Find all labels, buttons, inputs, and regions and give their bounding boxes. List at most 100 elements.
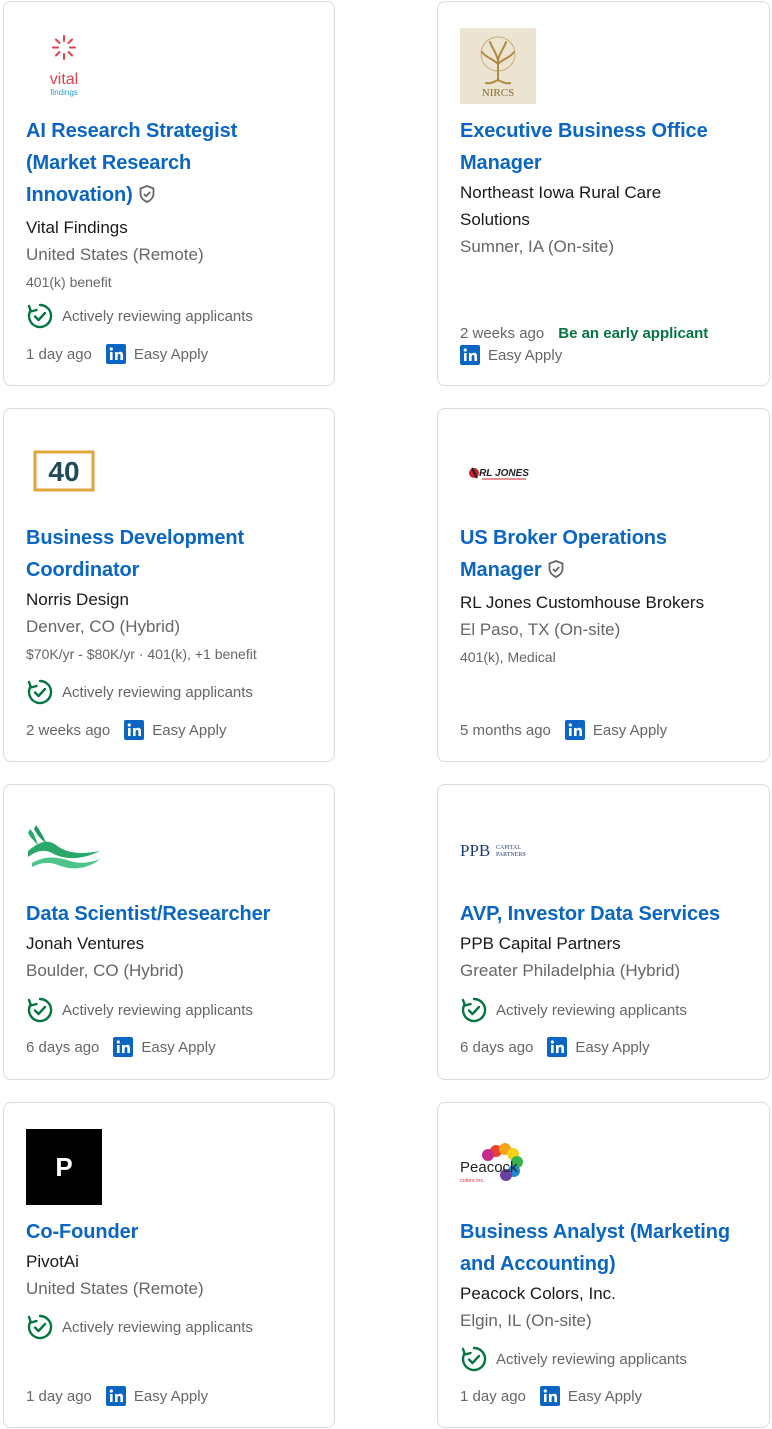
job-title-link[interactable]: US Broker Operations Manager (460, 522, 753, 589)
easy-apply-badge: Easy Apply (547, 1037, 650, 1057)
svg-text:CAPITAL: CAPITAL (496, 845, 521, 851)
forty-logo: 40 (26, 435, 102, 511)
job-card[interactable]: RL JONES US Broker Operations Manager RL… (437, 408, 770, 762)
job-benefits: 401(k) benefit (26, 274, 112, 290)
peacock-colors-logo: Peacock colors inc. (460, 1129, 536, 1205)
job-card[interactable]: Data Scientist/Researcher Jonah Ventures… (3, 784, 335, 1080)
job-card[interactable]: vital findings AI Research Strategist (M… (3, 1, 335, 386)
jonah-ventures-logo (26, 811, 102, 887)
company-name: Northeast Iowa Rural Care Solutions (460, 183, 662, 229)
job-insight: Actively reviewing applicants (460, 1345, 687, 1373)
linkedin-icon (105, 344, 126, 364)
linkedin-icon (539, 1386, 560, 1406)
job-title-link[interactable]: Data Scientist/Researcher (26, 898, 318, 930)
job-footer: 1 day ago Easy Apply (26, 344, 208, 364)
easy-apply-badge: Easy Apply (460, 344, 708, 366)
job-card[interactable]: P Co-Founder PivotAi United States (Remo… (3, 1102, 335, 1428)
posted-time: 6 days ago (460, 1038, 534, 1056)
svg-text:PPB: PPB (460, 841, 490, 860)
job-card[interactable]: Peacock colors inc. Business Analyst (Ma… (437, 1102, 770, 1428)
linkedin-icon (105, 1386, 126, 1406)
actively-reviewing-icon (26, 996, 54, 1024)
job-benefits: 401(k), Medical (460, 649, 556, 665)
company-name: PPB Capital Partners (460, 934, 621, 953)
job-footer: 2 weeks ago Easy Apply (26, 720, 226, 740)
company-name: Jonah Ventures (26, 934, 145, 953)
job-title-link[interactable]: Business Development Coordinator (26, 522, 318, 586)
svg-text:40: 40 (48, 456, 79, 487)
nircs-logo: NIRCS (460, 28, 536, 104)
company-name: Peacock Colors, Inc. (460, 1284, 616, 1303)
rl-jones-logo: RL JONES (460, 435, 536, 511)
linkedin-icon (564, 720, 585, 740)
company-name: Norris Design (26, 590, 129, 609)
easy-apply-badge: Easy Apply (124, 720, 226, 740)
job-location: United States (Remote) (26, 1279, 204, 1298)
svg-text:RL JONES: RL JONES (479, 468, 529, 479)
job-location: Boulder, CO (Hybrid) (26, 961, 184, 980)
easy-apply-badge: Easy Apply (105, 1386, 208, 1406)
svg-text:NIRCS: NIRCS (482, 87, 514, 99)
job-footer: 5 months ago Easy Apply (460, 720, 667, 740)
job-insight: Actively reviewing applicants (460, 996, 687, 1024)
job-location: El Paso, TX (On-site) (460, 620, 621, 639)
posted-time: 6 days ago (26, 1038, 100, 1056)
job-location: Elgin, IL (On-site) (460, 1311, 592, 1330)
linkedin-icon (547, 1037, 568, 1057)
job-insight: Actively reviewing applicants (26, 302, 253, 330)
job-title-link[interactable]: AI Research Strategist (Market Research … (26, 115, 318, 214)
job-card[interactable]: 40 Business Development Coordinator Norr… (3, 408, 335, 762)
svg-text:PARTNERS: PARTNERS (496, 852, 526, 858)
easy-apply-badge: Easy Apply (105, 344, 208, 364)
easy-apply-badge: Easy Apply (564, 720, 667, 740)
linkedin-icon (124, 720, 145, 740)
linkedin-icon (113, 1037, 134, 1057)
job-insight: Actively reviewing applicants (26, 678, 253, 706)
vital-findings-logo: vital findings (26, 28, 102, 104)
actively-reviewing-icon (26, 678, 54, 706)
job-card[interactable]: PPB CAPITAL PARTNERS AVP, Investor Data … (437, 784, 770, 1080)
job-footer: 1 day ago Easy Apply (26, 1386, 208, 1406)
posted-time: 5 months ago (460, 721, 551, 739)
job-footer: 2 weeks ago Be an early applicant Easy A… (460, 322, 708, 366)
company-name: PivotAi (26, 1252, 79, 1271)
svg-text:vital: vital (50, 71, 78, 88)
job-benefits: $70K/yr - $80K/yr · 401(k), +1 benefit (26, 646, 257, 662)
verified-shield-icon (546, 557, 566, 589)
job-card[interactable]: NIRCS Executive Business Office Manager … (437, 1, 770, 386)
company-name: Vital Findings (26, 218, 128, 237)
actively-reviewing-icon (26, 302, 54, 330)
job-insight: Actively reviewing applicants (26, 1313, 253, 1341)
job-title-link[interactable]: Business Analyst (Marketing and Accounti… (460, 1216, 753, 1280)
svg-text:P: P (55, 1152, 72, 1182)
easy-apply-badge: Easy Apply (539, 1386, 642, 1406)
ppb-capital-logo: PPB CAPITAL PARTNERS (460, 811, 536, 887)
verified-shield-icon (137, 182, 157, 214)
svg-text:findings: findings (50, 88, 78, 97)
posted-time: 1 day ago (460, 1387, 526, 1405)
job-location: Sumner, IA (On-site) (460, 237, 614, 256)
job-title-link[interactable]: AVP, Investor Data Services (460, 898, 753, 930)
actively-reviewing-icon (460, 996, 488, 1024)
job-title-link[interactable]: Co-Founder (26, 1216, 318, 1248)
job-location: Greater Philadelphia (Hybrid) (460, 961, 681, 980)
actively-reviewing-icon (26, 1313, 54, 1341)
pivotai-logo: P (26, 1129, 102, 1205)
job-footer: 1 day ago Easy Apply (460, 1386, 642, 1406)
job-footer: 6 days ago Easy Apply (460, 1037, 650, 1057)
company-name: RL Jones Customhouse Brokers (460, 593, 705, 612)
easy-apply-badge: Easy Apply (113, 1037, 216, 1057)
posted-time: 1 day ago (26, 1387, 92, 1405)
posted-time: 2 weeks ago (460, 324, 545, 342)
actively-reviewing-icon (460, 1345, 488, 1373)
job-insight: Actively reviewing applicants (26, 996, 253, 1024)
job-footer: 6 days ago Easy Apply (26, 1037, 216, 1057)
svg-text:colors inc.: colors inc. (460, 1178, 485, 1184)
posted-time: 1 day ago (26, 345, 92, 363)
early-applicant-label: Be an early applicant (558, 324, 709, 342)
svg-text:Peacock: Peacock (460, 1159, 518, 1176)
job-title-link[interactable]: Executive Business Office Manager (460, 115, 753, 179)
posted-time: 2 weeks ago (26, 721, 111, 739)
linkedin-icon (460, 345, 480, 365)
job-location: Denver, CO (Hybrid) (26, 617, 180, 636)
